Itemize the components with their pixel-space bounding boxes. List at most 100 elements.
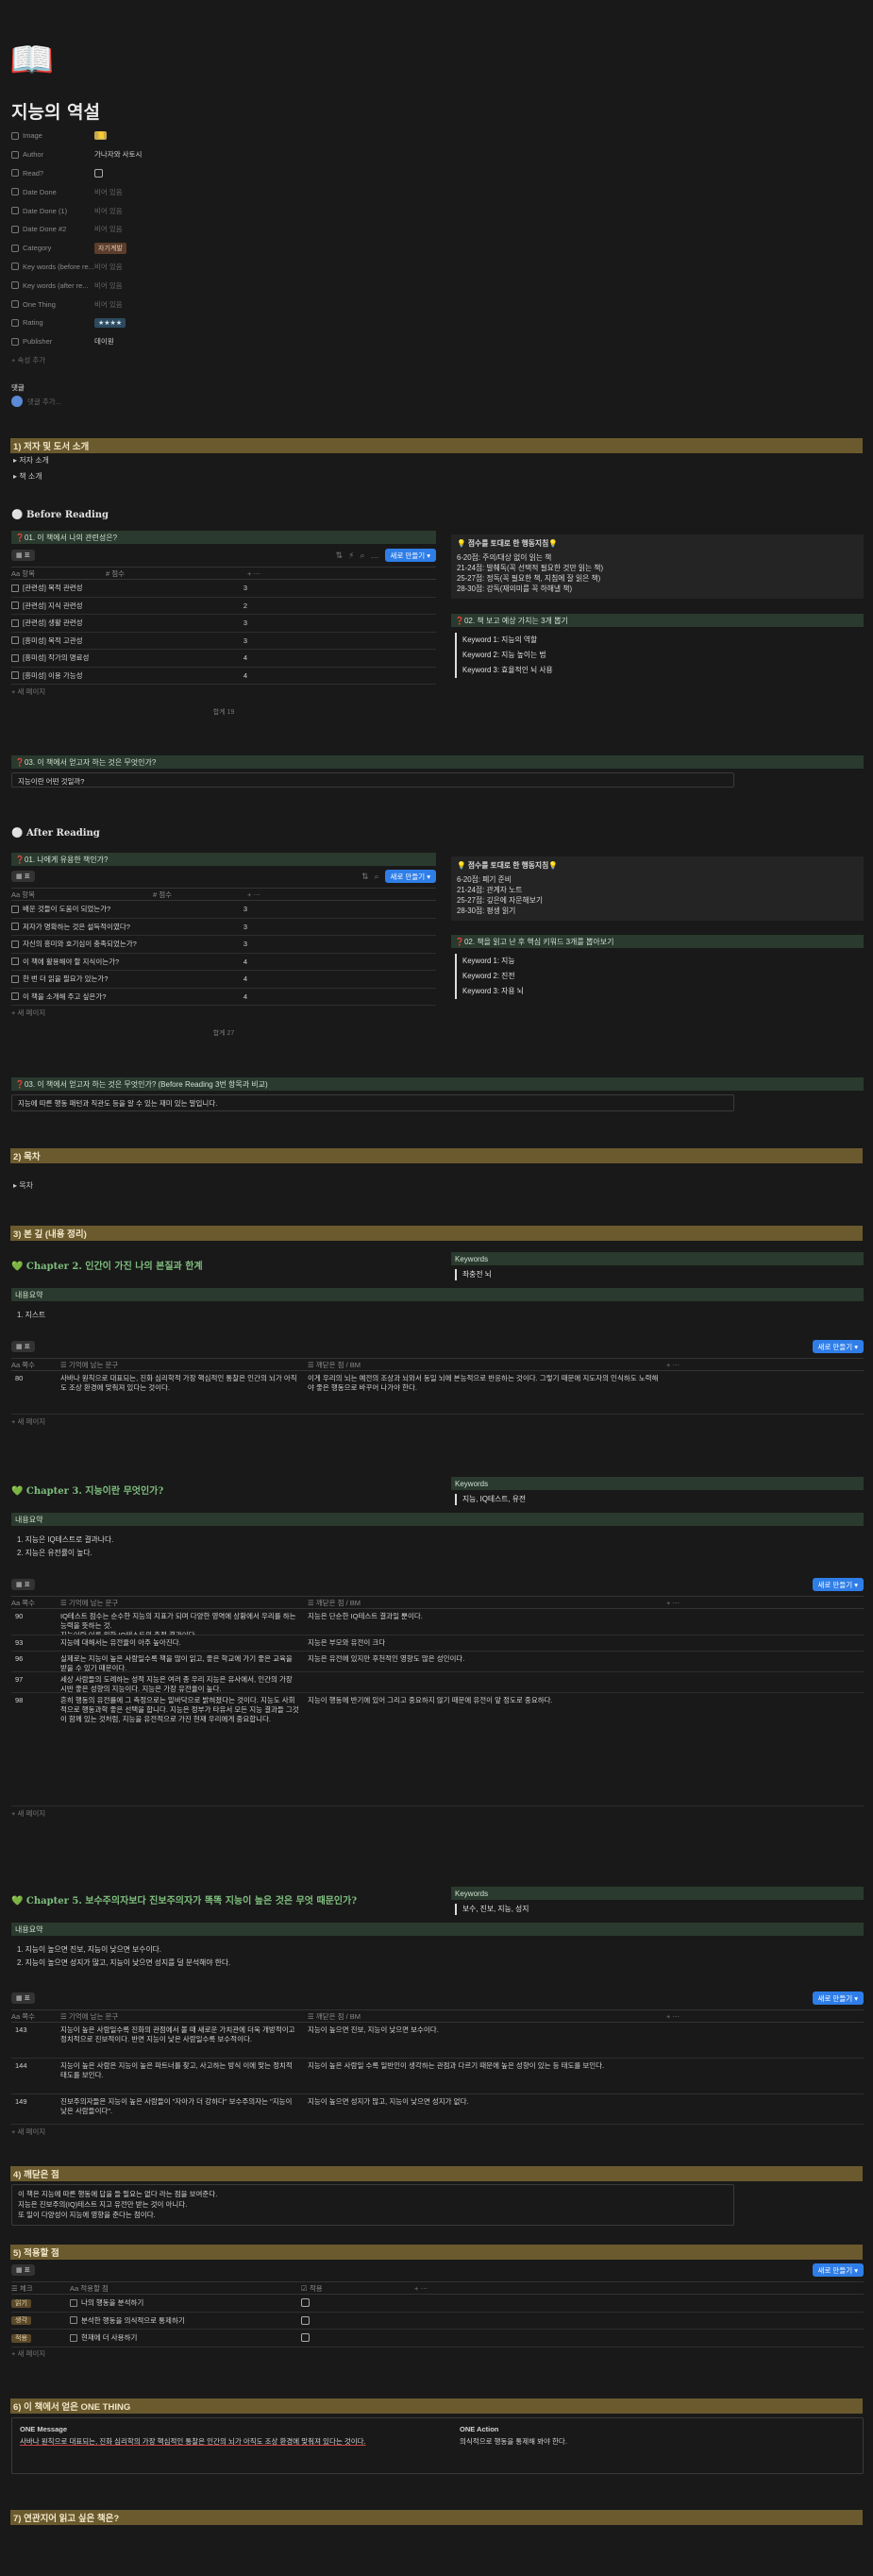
new-button[interactable]: 새로 만들기 ▾ bbox=[812, 1578, 864, 1591]
property-value-empty[interactable]: 비어 있음 bbox=[94, 262, 123, 272]
table-row[interactable]: [흥미성] 이용 가능성 4 bbox=[11, 668, 436, 685]
row-page[interactable]: 93 bbox=[11, 1638, 60, 1648]
search-icon[interactable]: ⌕ bbox=[361, 551, 365, 561]
row-page[interactable]: 96 bbox=[11, 1654, 60, 1664]
new-button[interactable]: 새로 만들기 ▾ bbox=[812, 2263, 864, 2277]
table-row[interactable]: 80 사바나 원칙으로 대표되는, 진화 심리학적 가장 핵심적인 통찰은 인간의… bbox=[11, 1371, 864, 1415]
row-page[interactable]: 97 bbox=[11, 1675, 60, 1685]
table-row[interactable]: 배운 것들이 도움이 되었는가? 3 bbox=[11, 901, 436, 919]
table-row[interactable]: 한 번 더 읽을 필요가 있는가? 4 bbox=[11, 971, 436, 989]
apply-checkbox[interactable] bbox=[301, 2333, 310, 2343]
property-row[interactable]: Publisher 데이원 bbox=[11, 332, 389, 351]
row-page[interactable]: 80 bbox=[11, 1374, 60, 1383]
check-tag[interactable]: 읽기 bbox=[11, 2298, 31, 2308]
row-page[interactable]: 98 bbox=[11, 1696, 60, 1705]
row-title[interactable]: [관련성] 생활 관련성 bbox=[11, 618, 191, 628]
row-page[interactable]: 143 bbox=[11, 2025, 60, 2035]
table-row[interactable]: 149 진보주의자들은 지능이 높은 사람들이 "자아가 더 강하다" 보수주의자… bbox=[11, 2094, 864, 2125]
add-page-row[interactable]: + 새 페이지 bbox=[11, 1806, 864, 1820]
col-score[interactable]: # 점수 bbox=[153, 890, 247, 900]
view-tab-table[interactable]: ▦ 표 bbox=[11, 550, 36, 561]
col-thought[interactable]: ☰ 깨닫은 점 / BM bbox=[308, 1360, 666, 1370]
property-image-thumb[interactable]: 📒 bbox=[94, 131, 108, 141]
apply-checkbox[interactable] bbox=[301, 2298, 310, 2308]
row-page[interactable]: 90 bbox=[11, 1612, 60, 1621]
check-tag[interactable]: 생각 bbox=[11, 2316, 31, 2326]
sort-icon[interactable]: ⚡ bbox=[348, 551, 354, 561]
add-page-row[interactable]: + 새 페이지 bbox=[11, 685, 436, 698]
read-checkbox[interactable] bbox=[94, 168, 103, 178]
property-row[interactable]: One Thing 비어 있음 bbox=[11, 295, 389, 314]
property-row[interactable]: Key words (after re... 비어 있음 bbox=[11, 276, 389, 295]
row-title[interactable]: 이 책을 소개해 주고 싶은가? bbox=[11, 991, 191, 1002]
property-value-empty[interactable]: 비어 있음 bbox=[94, 206, 123, 216]
property-value[interactable]: 데이원 bbox=[94, 336, 114, 347]
table-row[interactable]: 적용 현재에 더 사용하기 bbox=[11, 2330, 864, 2347]
row-title[interactable]: 현재에 더 사용하기 bbox=[70, 2332, 301, 2343]
row-title[interactable]: 배운 것들이 도움이 되었는가? bbox=[11, 904, 191, 914]
table-row[interactable]: 93 지능에 대해서는 유전율이 아주 높아진다. 지능은 부모와 유전이 크다 bbox=[11, 1635, 864, 1652]
property-value-empty[interactable]: 비어 있음 bbox=[94, 299, 123, 310]
table-row[interactable]: [흥미성] 작가의 명료성 4 bbox=[11, 650, 436, 668]
property-row[interactable]: Rating ★★★★ bbox=[11, 314, 389, 332]
view-tab-table[interactable]: ▦ 표 bbox=[11, 2264, 36, 2276]
table-row[interactable]: [흥미성] 목적 고관성 3 bbox=[11, 633, 436, 650]
col-thought[interactable]: ☰ 깨닫은 점 / BM bbox=[308, 2011, 666, 2022]
col-score[interactable]: # 점수 bbox=[106, 568, 247, 579]
property-value-empty[interactable]: 비어 있음 bbox=[94, 280, 123, 291]
view-tab-table[interactable]: ▦ 표 bbox=[11, 1579, 36, 1590]
filter-icon[interactable]: ⇅ bbox=[361, 872, 369, 882]
col-item[interactable]: Aa 항목 bbox=[11, 568, 106, 579]
row-title[interactable]: 자신의 흥미와 호기심이 충족되었는가? bbox=[11, 939, 191, 949]
col-check[interactable]: ☰ 체크 bbox=[11, 2283, 70, 2294]
row-title[interactable]: [흥미성] 이용 가능성 bbox=[11, 670, 191, 681]
col-page[interactable]: Aa 쪽수 bbox=[11, 2011, 60, 2022]
view-tab-table[interactable]: ▦ 표 bbox=[11, 1992, 36, 2004]
apply-checkbox[interactable] bbox=[301, 2315, 310, 2325]
table-row[interactable]: 이 책에 활용해야 할 지식이는가? 4 bbox=[11, 954, 436, 971]
row-title[interactable]: [흥미성] 작가의 명료성 bbox=[11, 652, 191, 663]
table-row[interactable]: [관련성] 생활 관련성 3 bbox=[11, 615, 436, 633]
col-quote[interactable]: ☰ 기억에 남는 문구 bbox=[60, 1598, 308, 1608]
row-title[interactable]: [관련성] 지식 관련성 bbox=[11, 601, 191, 611]
row-title[interactable]: 나의 행동을 분석하기 bbox=[70, 2297, 301, 2308]
add-page-row[interactable]: + 새 페이지 bbox=[11, 2125, 864, 2138]
table-row[interactable]: 읽기 나의 행동을 분석하기 bbox=[11, 2295, 864, 2313]
row-page[interactable]: 149 bbox=[11, 2097, 60, 2107]
comment-input[interactable]: 댓글 추가... bbox=[11, 396, 61, 407]
property-value-empty[interactable]: 비어 있음 bbox=[94, 224, 123, 234]
col-done[interactable]: ☑ 적용 bbox=[301, 2283, 414, 2294]
view-tab-table[interactable]: ▦ 표 bbox=[11, 1341, 36, 1352]
add-property-button[interactable]: + 속성 추가 bbox=[11, 355, 45, 365]
table-row[interactable]: 생각 분석한 행동을 의식적으로 통제하기 bbox=[11, 2313, 864, 2330]
row-title[interactable]: 분석한 행동을 의식적으로 통제하기 bbox=[70, 2315, 301, 2326]
table-row[interactable]: 143 지능이 높은 사람일수록 진화의 관점에서 볼 때 새로운 가치관에 더욱… bbox=[11, 2023, 864, 2059]
col-page[interactable]: Aa 쪽수 bbox=[11, 1360, 60, 1370]
table-row[interactable]: 98 흔히 행동의 유전률에 그 측정으로는 밑바닥으로 밝혀졌다는 것이다. 지… bbox=[11, 1693, 864, 1806]
col-quote[interactable]: ☰ 기억에 남는 문구 bbox=[60, 1360, 308, 1370]
new-button[interactable]: 새로 만들기 ▾ bbox=[384, 549, 436, 562]
table-row[interactable]: 이 책을 소개해 주고 싶은가? 4 bbox=[11, 989, 436, 1006]
search-icon[interactable]: ⌕ bbox=[375, 872, 379, 882]
table-row[interactable]: [관련성] 목적 관련성 3 bbox=[11, 580, 436, 598]
table-row[interactable]: [관련성] 지식 관련성 2 bbox=[11, 598, 436, 615]
table-row[interactable]: 저자가 명확하는 것은 설득적이였다? 3 bbox=[11, 919, 436, 936]
property-row[interactable]: Key words (before re... 비어 있음 bbox=[11, 258, 389, 277]
row-title[interactable]: 이 책에 활용해야 할 지식이는가? bbox=[11, 957, 191, 967]
toggle-author[interactable]: ▸ 저자 소개 bbox=[13, 455, 49, 466]
filter-icon[interactable]: ⇅ bbox=[336, 551, 344, 561]
col-item[interactable]: Aa 항목 bbox=[11, 890, 153, 900]
add-page-row[interactable]: + 새 페이지 bbox=[11, 1006, 436, 1019]
new-button[interactable]: 새로 만들기 ▾ bbox=[812, 1340, 864, 1353]
property-row[interactable]: Category 자기계발 bbox=[11, 239, 389, 258]
property-row[interactable]: Date Done #2 비어 있음 bbox=[11, 220, 389, 239]
check-tag[interactable]: 적용 bbox=[11, 2333, 31, 2343]
property-row[interactable]: Image 📒 bbox=[11, 127, 389, 145]
more-icon[interactable]: … bbox=[371, 551, 379, 560]
col-page[interactable]: Aa 쪽수 bbox=[11, 1598, 60, 1608]
row-title[interactable]: [관련성] 목적 관련성 bbox=[11, 583, 191, 593]
table-row[interactable]: 144 지능이 높은 사람은 지능이 높은 파트너를 찾고, 사고하는 방식 이에… bbox=[11, 2059, 864, 2094]
table-row[interactable]: 자신의 흥미와 호기심이 충족되었는가? 3 bbox=[11, 936, 436, 954]
add-page-row[interactable]: + 새 페이지 bbox=[11, 2347, 864, 2361]
table-row[interactable]: 96 실제로는 지능이 높은 사람일수록 책을 많이 읽고, 좋은 학교에 가기 … bbox=[11, 1652, 864, 1672]
